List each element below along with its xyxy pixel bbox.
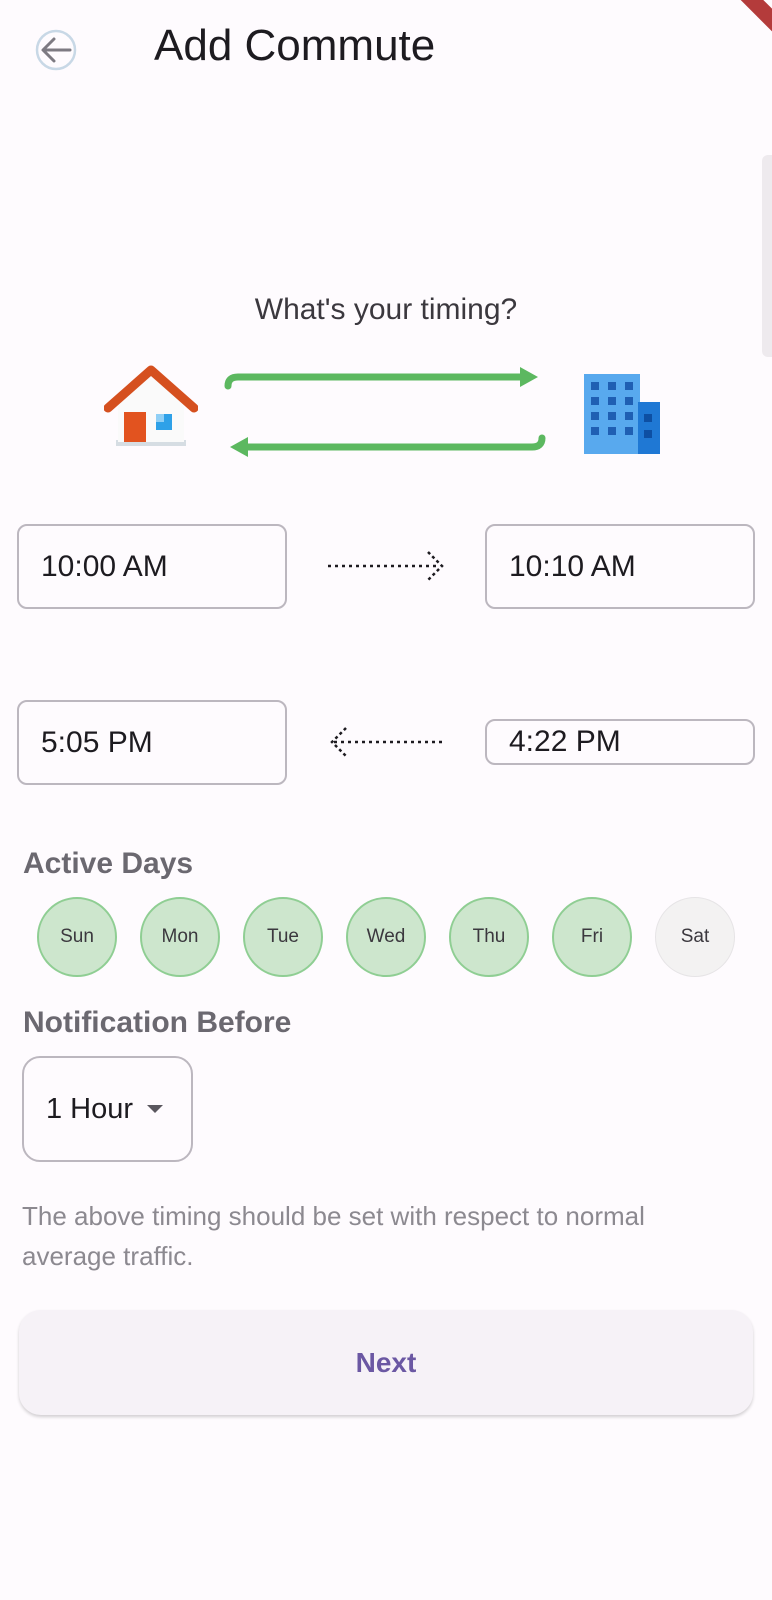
- notification-selected: 1 Hour: [46, 1092, 134, 1125]
- day-label: Wed: [366, 926, 406, 947]
- day-wed[interactable]: Wed: [346, 897, 426, 977]
- debug-banner: [712, 0, 772, 60]
- evening-arrive-value: 5:05 PM: [41, 725, 153, 759]
- day-sun[interactable]: Sun: [37, 897, 117, 977]
- day-thu[interactable]: Thu: [449, 897, 529, 977]
- active-days-title: Active Days: [23, 847, 194, 880]
- timing-question: What's your timing?: [254, 293, 518, 326]
- timing-hint: The above timing should be set with resp…: [22, 1201, 645, 1271]
- caret-down-icon: [147, 1105, 164, 1113]
- morning-depart-time[interactable]: 10:00 AM: [17, 524, 287, 609]
- day-label: Fri: [580, 926, 604, 947]
- notification-dropdown[interactable]: 1 Hour: [22, 1056, 193, 1162]
- day-mon[interactable]: Mon: [140, 897, 220, 977]
- morning-arrive-time[interactable]: 10:10 AM: [485, 524, 755, 609]
- day-tue[interactable]: Tue: [243, 897, 323, 977]
- day-fri[interactable]: Fri: [552, 897, 632, 977]
- next-button[interactable]: Next: [19, 1310, 753, 1415]
- day-label: Tue: [266, 926, 300, 947]
- dotted-arrow-left-icon: [330, 727, 446, 757]
- day-sat[interactable]: Sat: [655, 897, 735, 977]
- house-icon: [104, 365, 198, 446]
- morning-arrive-value: 10:10 AM: [509, 549, 636, 583]
- morning-depart-value: 10:00 AM: [41, 549, 168, 583]
- page-title: Add Commute: [154, 21, 436, 70]
- day-label: Sat: [680, 926, 710, 947]
- dotted-arrow-right-icon: [328, 551, 444, 581]
- day-label: Thu: [472, 926, 506, 947]
- notification-title: Notification Before: [23, 1006, 292, 1039]
- arrow-left-icon: [35, 29, 77, 71]
- evening-depart-time[interactable]: 4:22 PM: [485, 719, 755, 765]
- evening-arrive-time[interactable]: 5:05 PM: [17, 700, 287, 785]
- day-label: Mon: [161, 926, 199, 947]
- office-building-icon: [584, 374, 660, 454]
- day-label: Sun: [60, 926, 94, 947]
- commute-arrows: [224, 367, 546, 457]
- back-button[interactable]: [30, 24, 82, 76]
- evening-depart-value: 4:22 PM: [509, 725, 621, 758]
